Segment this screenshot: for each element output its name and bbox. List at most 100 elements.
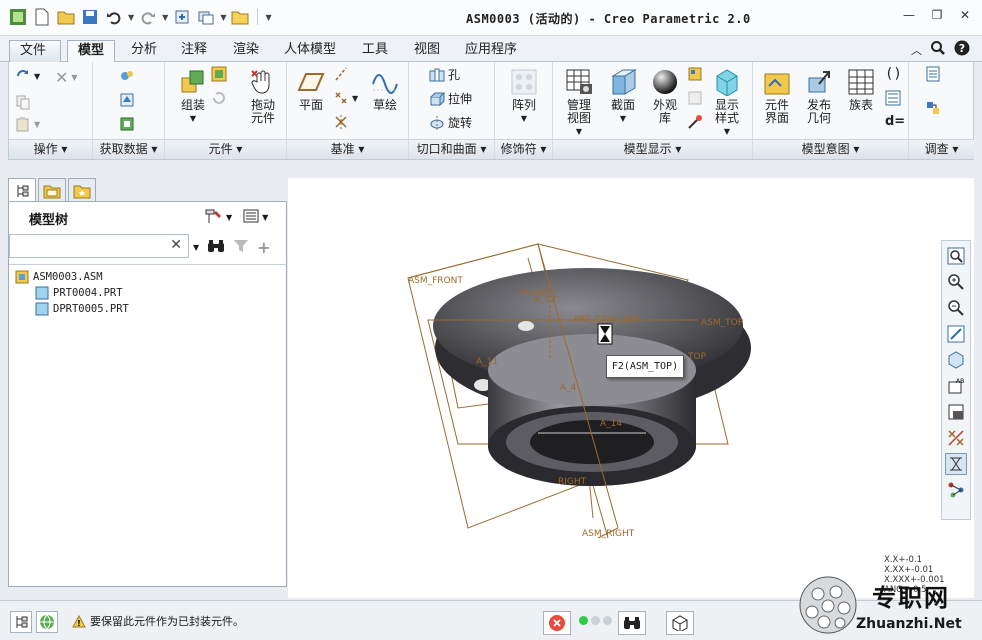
family-table-button[interactable]: 族表: [841, 68, 881, 112]
display-small-3-button[interactable]: [687, 114, 703, 130]
create-component-button[interactable]: [211, 66, 227, 82]
minimize-icon[interactable]: —: [902, 8, 916, 22]
redo-icon[interactable]: [138, 7, 158, 27]
help-icon[interactable]: ?: [954, 40, 970, 59]
tab-annotate[interactable]: 注释: [171, 40, 217, 62]
bill-of-materials-button[interactable]: [925, 66, 941, 82]
datum-point-button[interactable]: ▼: [333, 90, 358, 106]
component-interface-button[interactable]: 元件界面: [757, 68, 797, 125]
copy-button[interactable]: [15, 94, 31, 110]
group-label-component[interactable]: 元件 ▾: [165, 139, 286, 159]
repeat-button[interactable]: [211, 90, 227, 106]
bolt-hole[interactable]: [518, 321, 534, 331]
display-small-2-button[interactable]: [687, 90, 703, 106]
tab-file[interactable]: 文件 ▼: [9, 40, 61, 76]
tab-manikin[interactable]: 人体模型: [274, 40, 346, 62]
restore-icon[interactable]: ❐: [930, 8, 944, 22]
tree-item-part[interactable]: DPRT0005.PRT: [9, 301, 286, 317]
pattern-button[interactable]: 阵列 ▼: [503, 68, 545, 125]
datum-display-button[interactable]: [945, 427, 967, 449]
sketch-button[interactable]: 草绘: [365, 68, 405, 112]
new-file-icon[interactable]: [32, 7, 52, 27]
model-tree-search-input[interactable]: [10, 235, 160, 257]
tab-render[interactable]: 渲染: [223, 40, 269, 62]
search-icon[interactable]: [930, 40, 946, 59]
group-label-operations[interactable]: 操作 ▾: [9, 139, 92, 159]
tab-model-tree[interactable]: [8, 178, 36, 202]
section-button[interactable]: 截面 ▼: [603, 68, 643, 125]
toggle-navigator-button[interactable]: [10, 611, 32, 633]
paste-button[interactable]: ▼: [15, 116, 40, 132]
clear-search-icon[interactable]: ✕: [170, 237, 182, 253]
tab-apps[interactable]: 应用程序: [455, 40, 527, 62]
datum-axis-button[interactable]: [333, 66, 349, 82]
undo-icon[interactable]: [104, 7, 124, 27]
extrude-button[interactable]: 拉伸: [429, 90, 472, 107]
regenerate-icon[interactable]: [172, 7, 192, 27]
windows-icon[interactable]: [196, 7, 216, 27]
regenerate-button[interactable]: ▼: [15, 68, 40, 84]
tree-columns-dropdown-icon[interactable]: ▼: [262, 213, 268, 222]
hole-button[interactable]: 孔: [429, 66, 460, 83]
delete-button[interactable]: ✕ ▼: [55, 68, 78, 87]
graphics-window[interactable]: ASM_FRONT FRONT ASM_TOP TOP RIGHT ASM_RI…: [288, 178, 974, 598]
tab-favorites[interactable]: [68, 178, 96, 202]
relations-button[interactable]: (): [885, 66, 902, 82]
customize-qat-icon[interactable]: ▼: [265, 13, 271, 22]
redo-dropdown-icon[interactable]: ▼: [162, 13, 168, 22]
drag-component-button[interactable]: 拖动元件: [243, 68, 283, 125]
minimize-ribbon-icon[interactable]: ︿: [911, 42, 922, 58]
group-label-model-intent[interactable]: 模型意图 ▾: [753, 139, 908, 159]
tab-analysis[interactable]: 分析: [121, 40, 167, 62]
open-folder-icon[interactable]: [56, 7, 76, 27]
zoom-out-button[interactable]: [945, 297, 967, 319]
display-style-button[interactable]: 显示样式 ▼: [705, 68, 749, 138]
annotation-display-button[interactable]: [945, 479, 967, 501]
selection-filter-button[interactable]: [666, 611, 694, 635]
group-label-modifiers[interactable]: 修饰符 ▾: [495, 139, 552, 159]
publish-geometry-button[interactable]: 发布几何: [799, 68, 839, 125]
close-icon[interactable]: ✕: [958, 8, 972, 22]
undo-dropdown-icon[interactable]: ▼: [128, 13, 134, 22]
appearance-gallery-button[interactable]: 外观库: [645, 68, 685, 125]
display-style-view-button[interactable]: [945, 349, 967, 371]
search-dropdown-icon[interactable]: ▼: [193, 243, 199, 252]
save-icon[interactable]: [80, 7, 100, 27]
group-label-datum[interactable]: 基准 ▾: [287, 139, 408, 159]
plane-button[interactable]: 平面: [291, 68, 331, 112]
parameters-button[interactable]: [885, 90, 901, 106]
shrinkwrap-button[interactable]: [119, 116, 135, 132]
tree-settings-dropdown-icon[interactable]: ▼: [226, 213, 232, 222]
close-window-icon[interactable]: [230, 7, 250, 27]
tab-tools[interactable]: 工具: [352, 40, 398, 62]
view-manager-button[interactable]: [945, 401, 967, 423]
saved-orientations-button[interactable]: AB: [945, 375, 967, 397]
csys-button[interactable]: [333, 114, 349, 130]
zoom-in-button[interactable]: [945, 271, 967, 293]
app-icon[interactable]: [8, 7, 28, 27]
tree-settings-icon[interactable]: [203, 208, 223, 227]
user-defined-feature-button[interactable]: [119, 68, 135, 84]
add-column-icon[interactable]: +: [257, 238, 270, 257]
assemble-button[interactable]: 组装 ▼: [171, 68, 215, 125]
switch-dimensions-button[interactable]: d=: [885, 114, 905, 129]
tree-item-assembly[interactable]: ASM0003.ASM: [9, 269, 286, 285]
group-label-model-display[interactable]: 模型显示 ▾: [553, 139, 752, 159]
group-label-cut-surface[interactable]: 切口和曲面 ▾: [409, 139, 494, 159]
filter-icon[interactable]: [233, 238, 249, 257]
display-small-1-button[interactable]: [687, 66, 703, 82]
revolve-button[interactable]: 旋转: [429, 114, 472, 131]
reference-viewer-button[interactable]: [925, 100, 941, 116]
group-label-get-data[interactable]: 获取数据 ▾: [93, 139, 164, 159]
tab-folder-browser[interactable]: [38, 178, 66, 202]
tab-view[interactable]: 视图: [404, 40, 450, 62]
spin-center-button[interactable]: [945, 453, 967, 475]
stop-regeneration-button[interactable]: [543, 611, 571, 635]
repaint-button[interactable]: [945, 323, 967, 345]
manage-views-button[interactable]: 管理视图 ▼: [557, 68, 601, 138]
model-view-svg[interactable]: ASM_FRONT FRONT ASM_TOP TOP RIGHT ASM_RI…: [288, 178, 974, 598]
tree-columns-icon[interactable]: [243, 208, 259, 227]
find-binoculars-icon[interactable]: [207, 238, 225, 257]
refit-button[interactable]: [945, 245, 967, 267]
group-label-investigate[interactable]: 调查 ▾: [909, 139, 974, 159]
